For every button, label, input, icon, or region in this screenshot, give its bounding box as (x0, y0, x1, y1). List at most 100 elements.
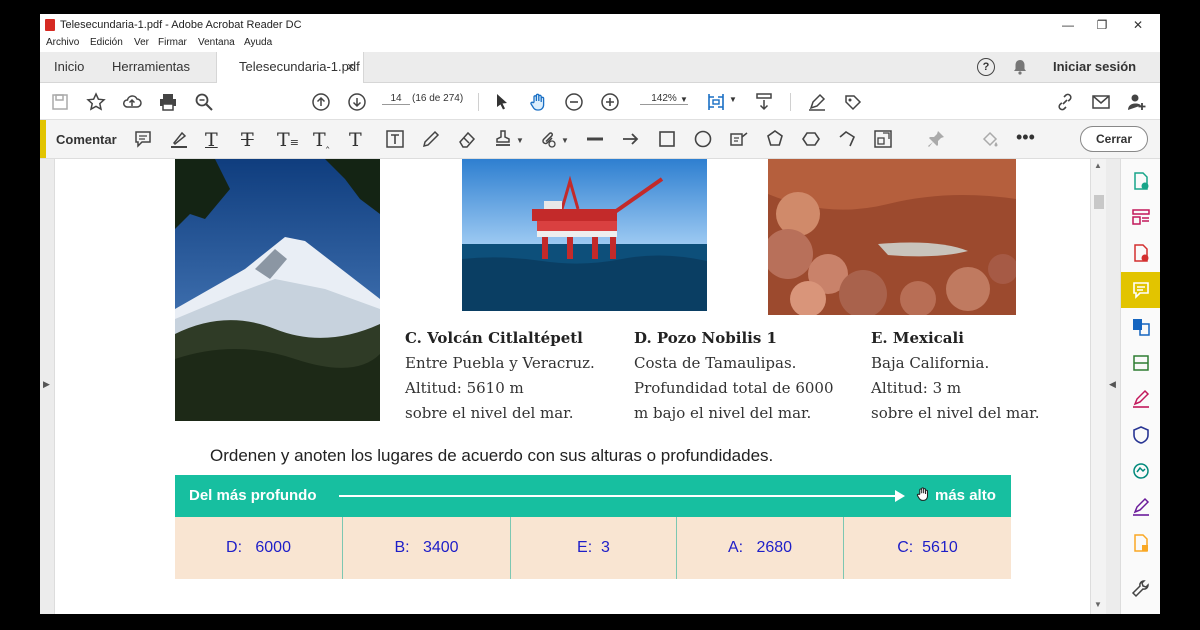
oil-rig-photo (462, 159, 707, 311)
restore-button[interactable]: ❐ (1084, 15, 1120, 35)
attach-file-icon[interactable] (538, 129, 558, 149)
menu-firmar[interactable]: Firmar (158, 37, 187, 48)
menu-ventana[interactable]: Ventana (198, 37, 235, 48)
collapse-right-icon[interactable]: ◀ (1109, 379, 1116, 390)
save-icon[interactable] (50, 92, 70, 112)
caption-line: Altitud: 3 m (871, 379, 962, 397)
zoom-chevron-down-icon[interactable]: ▼ (680, 95, 688, 104)
answer-cell[interactable]: B: 3400 (343, 517, 510, 579)
star-icon[interactable] (86, 92, 106, 112)
sign-pen-icon[interactable] (807, 92, 827, 112)
print-icon[interactable] (158, 92, 178, 112)
cloud-upload-icon[interactable] (122, 92, 142, 112)
notification-bell-icon[interactable] (1012, 59, 1028, 78)
fit-chevron-down-icon[interactable]: ▼ (729, 95, 737, 104)
scrollbar-thumb[interactable] (1094, 195, 1104, 209)
text-callout-icon[interactable] (729, 129, 749, 149)
send-for-review-icon[interactable] (1131, 461, 1151, 481)
pencil-icon[interactable] (421, 129, 441, 149)
pdf-page: C. Volcán Citlaltépetl Entre Puebla y Ve… (55, 159, 1090, 614)
rectangle-tool-icon[interactable] (657, 129, 677, 149)
zoom-in-icon[interactable] (600, 92, 620, 112)
right-panel-toggle[interactable]: ◀ (1106, 159, 1120, 614)
answer-letter: B: (394, 539, 410, 556)
send-for-signature-icon[interactable] (1131, 497, 1151, 517)
sticky-note-icon[interactable] (133, 129, 153, 149)
attach-chevron-down-icon[interactable]: ▼ (561, 136, 581, 156)
add-text-icon[interactable]: T (349, 129, 369, 151)
menu-archivo[interactable]: Archivo (46, 37, 79, 48)
tag-share-icon[interactable] (843, 92, 863, 112)
menu-edicion[interactable]: Edición (90, 37, 123, 48)
left-panel-toggle[interactable]: ▶ (40, 159, 55, 614)
zoom-out-icon[interactable] (564, 92, 584, 112)
stamp-chevron-down-icon[interactable]: ▼ (516, 136, 536, 156)
comment-icon[interactable] (1131, 280, 1151, 300)
create-pdf-icon[interactable] (1131, 243, 1151, 263)
protect-shield-icon[interactable] (1131, 425, 1151, 445)
prepare-form-icon[interactable] (1131, 533, 1151, 553)
mail-icon[interactable] (1091, 92, 1111, 112)
arrow-tool-icon[interactable] (621, 129, 641, 149)
help-icon[interactable]: ? (977, 58, 995, 76)
menu-ayuda[interactable]: Ayuda (244, 37, 272, 48)
underline-text-icon[interactable]: T (205, 129, 225, 151)
scroll-mode-icon[interactable] (754, 92, 774, 112)
line-tool-icon[interactable] (585, 129, 605, 149)
answer-cell[interactable]: A: 2680 (677, 517, 843, 579)
compress-pdf-icon[interactable] (1131, 353, 1151, 373)
more-options-icon[interactable]: ••• (1016, 127, 1036, 147)
answer-cell[interactable]: C: 5610 (844, 517, 1011, 579)
cloud-tool-icon[interactable] (801, 129, 821, 149)
previous-page-icon[interactable] (311, 92, 331, 112)
scroll-down-icon[interactable]: ▼ (1094, 600, 1102, 609)
polygon-tool-icon[interactable] (765, 129, 785, 149)
tab-close-icon[interactable]: × (347, 52, 355, 82)
answer-letter: A: (727, 539, 744, 556)
answer-value: 6000 (255, 539, 291, 556)
sign-in-link[interactable]: Iniciar sesión (1053, 52, 1136, 82)
menu-ver[interactable]: Ver (134, 37, 149, 48)
fill-color-icon[interactable] (980, 129, 1000, 149)
insert-text-icon[interactable]: T‸ (313, 129, 333, 151)
add-user-icon[interactable] (1127, 92, 1147, 112)
combine-files-icon[interactable] (1131, 317, 1151, 337)
tab-document[interactable]: Telesecundaria-1.pdf × (216, 52, 364, 83)
highlighter-icon[interactable] (169, 129, 189, 149)
eraser-icon[interactable] (457, 129, 477, 149)
fit-page-icon[interactable] (706, 92, 726, 112)
comment-tool-active[interactable] (1121, 272, 1160, 308)
export-pdf-icon[interactable] (1131, 171, 1151, 191)
caption-line: Baja California. (871, 354, 990, 372)
next-page-icon[interactable] (347, 92, 367, 112)
replace-text-icon[interactable]: T≡ (277, 129, 299, 151)
select-cursor-icon[interactable] (492, 92, 512, 112)
zoom-search-icon[interactable] (194, 92, 214, 112)
text-box-icon[interactable] (385, 129, 405, 149)
comment-toolbar: Comentar T T T≡ T‸ T ▼ ▼ ••• Cerrar (40, 120, 1160, 159)
expand-left-icon[interactable]: ▶ (43, 379, 50, 390)
more-tools-wrench-icon[interactable] (1131, 579, 1151, 599)
minimize-button[interactable]: — (1050, 15, 1086, 35)
organize-pages-icon[interactable] (1131, 207, 1151, 227)
link-share-icon[interactable] (1055, 92, 1075, 112)
oval-tool-icon[interactable] (693, 129, 713, 149)
stamp-icon[interactable] (493, 129, 513, 149)
close-window-button[interactable]: ✕ (1120, 15, 1156, 35)
caption-d: D. Pozo Nobilis 1 Costa de Tamaulipas. P… (634, 326, 834, 426)
tab-inicio[interactable]: Inicio (54, 52, 84, 82)
strikethrough-text-icon[interactable]: T (241, 129, 261, 151)
scroll-up-icon[interactable]: ▲ (1094, 161, 1102, 170)
fit-annotation-icon[interactable] (873, 129, 893, 149)
fill-sign-icon[interactable] (1131, 389, 1151, 409)
hand-tool-icon[interactable] (528, 92, 548, 112)
order-header-bar: Del más profundo más alto (175, 475, 1011, 517)
answer-cell[interactable]: E: 3 (511, 517, 676, 579)
answer-cell[interactable]: D: 6000 (175, 517, 342, 579)
pin-icon[interactable] (926, 129, 946, 149)
vertical-scrollbar[interactable]: ▲ ▼ (1090, 159, 1107, 614)
tab-herramientas[interactable]: Herramientas (112, 52, 190, 82)
page-number-input[interactable]: 14 (382, 93, 410, 105)
close-comment-button[interactable]: Cerrar (1080, 126, 1148, 152)
polyline-tool-icon[interactable] (837, 129, 857, 149)
